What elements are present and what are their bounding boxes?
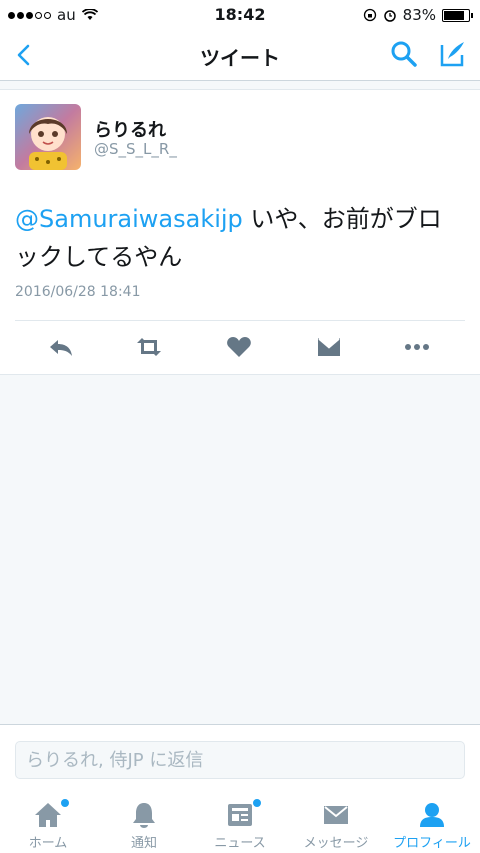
tab-home[interactable]: ホーム — [0, 790, 96, 853]
user-handle[interactable]: @S_S_L_R_ — [94, 140, 177, 158]
mail-icon — [324, 806, 348, 824]
tab-messages[interactable]: メッセージ — [288, 790, 384, 853]
tweet-timestamp: 2016/06/28 18:41 — [15, 284, 141, 300]
news-icon — [228, 804, 252, 826]
compose-icon[interactable] — [436, 38, 468, 70]
tab-notifications[interactable]: 通知 — [96, 790, 192, 853]
tweet-card: らりるれ @S_S_L_R_ @Samuraiwasakijp いや、お前がブロ… — [0, 89, 480, 375]
avatar[interactable] — [15, 104, 81, 170]
battery-icon — [442, 8, 473, 22]
display-name[interactable]: らりるれ — [94, 116, 166, 142]
alarm-icon — [383, 10, 396, 22]
divider — [15, 320, 465, 321]
news-badge — [253, 799, 261, 807]
status-bar: au 18:42 83% — [0, 0, 480, 30]
retweet-icon[interactable] — [134, 332, 164, 362]
search-icon[interactable] — [388, 38, 420, 70]
like-icon[interactable] — [224, 332, 254, 362]
tab-label: メッセージ — [303, 836, 369, 851]
tab-news[interactable]: ニュース — [192, 790, 288, 853]
reply-bar — [0, 724, 480, 791]
status-right: 83% — [363, 6, 473, 24]
home-icon — [35, 803, 61, 827]
reply-icon[interactable] — [46, 332, 76, 362]
tab-label: プロフィール — [393, 836, 471, 851]
person-icon — [420, 803, 444, 827]
tab-label: ホーム — [28, 836, 68, 851]
tab-label: 通知 — [130, 836, 157, 851]
tab-profile[interactable]: プロフィール — [384, 790, 480, 853]
tweet-text: @Samuraiwasakijp いや、お前がブロックしてるやん — [15, 200, 465, 276]
more-icon[interactable] — [402, 332, 432, 362]
mention-link[interactable]: @Samuraiwasakijp — [15, 205, 243, 233]
battery-percent: 83% — [402, 6, 436, 24]
direct-message-icon[interactable] — [314, 332, 344, 362]
reply-input[interactable] — [15, 741, 465, 779]
tab-label: ニュース — [214, 836, 266, 851]
tab-bar: ホーム 通知 ニュース メッセージ プロフィール — [0, 790, 480, 853]
home-badge — [61, 799, 69, 807]
rotation-lock-icon — [363, 8, 376, 22]
bell-icon — [133, 803, 155, 828]
nav-bar: ツイート — [0, 30, 480, 81]
